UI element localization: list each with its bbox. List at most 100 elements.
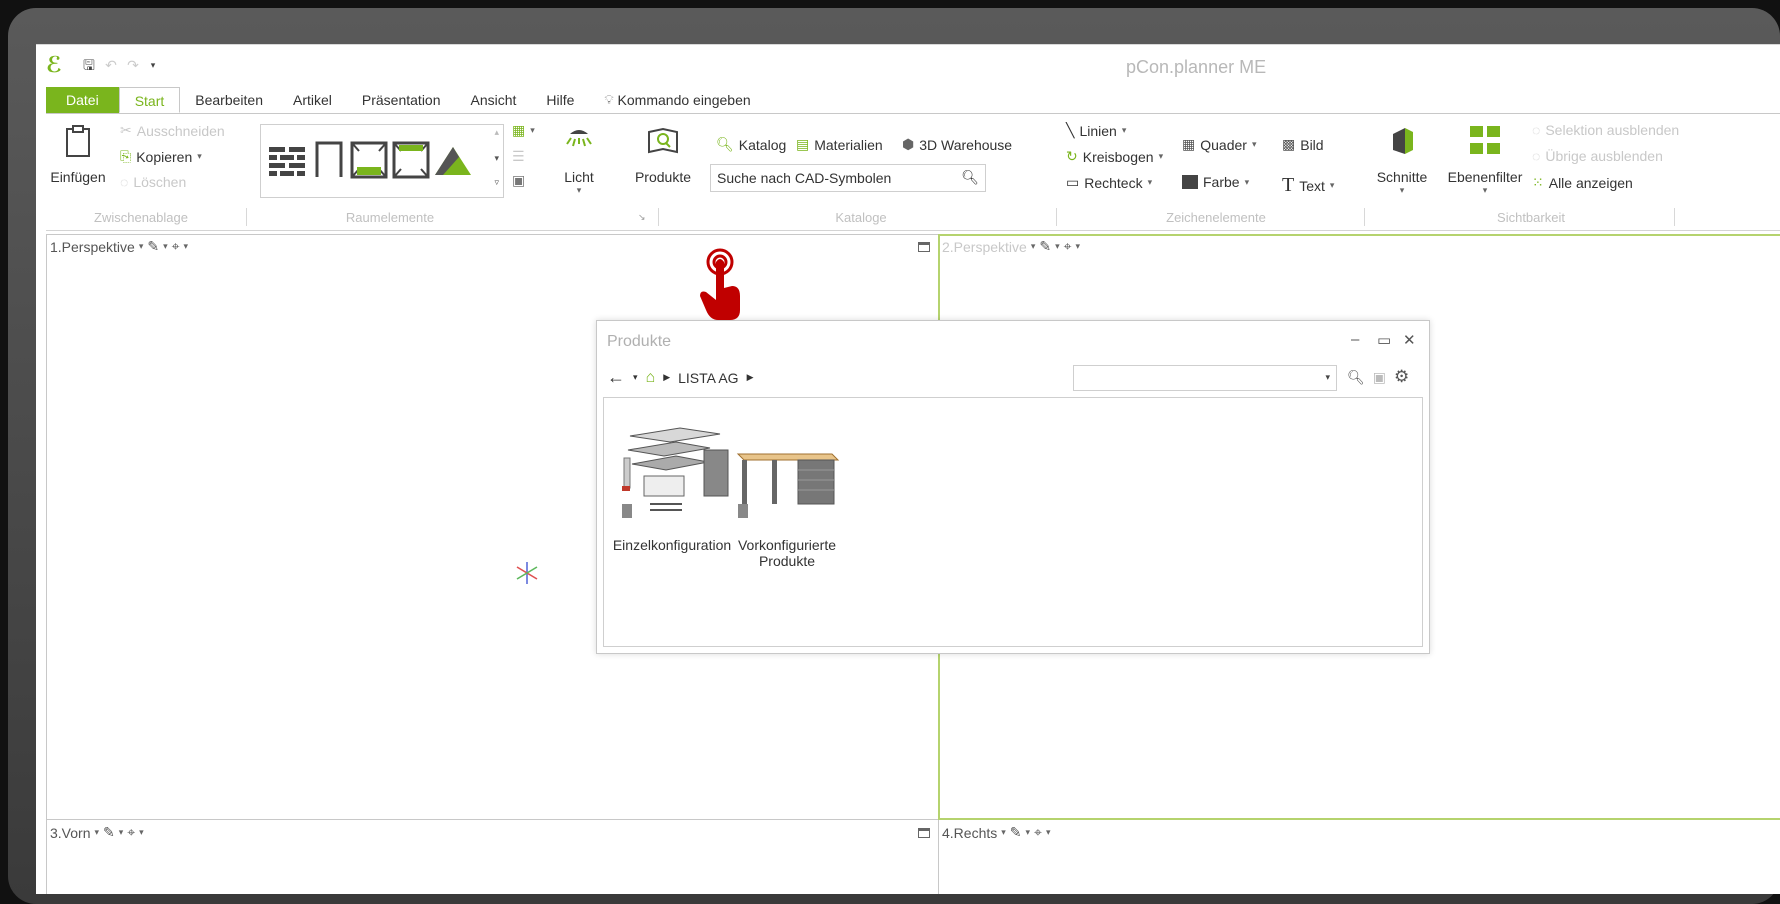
minimize-icon[interactable]: – (1351, 331, 1359, 348)
maximize-viewport-icon[interactable] (918, 242, 930, 252)
render-style-icon[interactable]: ✎ (1039, 238, 1051, 255)
hide-others-button[interactable]: ◌ Übrige ausblenden (1532, 148, 1663, 164)
group-label-clipboard: Zwischenablage (94, 210, 188, 225)
rectangle-button[interactable]: ▭ Rechteck ▾ (1066, 174, 1152, 191)
breadcrumb-separator-icon[interactable]: ▶ (747, 372, 754, 383)
gallery-expand-icon[interactable]: ▿ (494, 177, 499, 188)
sections-button[interactable]: Schnitte ▾ (1372, 124, 1432, 196)
chevron-down-icon[interactable]: ▾ (1325, 372, 1330, 383)
show-all-button[interactable]: ⁙ Alle anzeigen (1532, 174, 1633, 191)
cut-button[interactable]: ✂ Ausschneiden (120, 122, 225, 139)
undo-icon[interactable]: ↶ (102, 57, 120, 73)
product-tile-einzelkonfiguration[interactable]: Einzelkonfiguration (610, 414, 734, 553)
render-style-icon[interactable]: ✎ (103, 824, 115, 841)
viewport-4-menu[interactable]: 4.Rechts ▾ ✎ ▾ ⌖ ▾ (942, 824, 1050, 841)
color-button[interactable]: Farbe ▾ (1182, 174, 1249, 190)
light-button[interactable]: Licht ▾ (554, 124, 604, 196)
dialog-search-input[interactable]: ▾ (1073, 365, 1337, 391)
camera-target-icon[interactable]: ⌖ (1034, 824, 1042, 841)
search-icon[interactable]: 🔍︎ (961, 169, 979, 186)
box-button[interactable]: ▦ Quader ▾ (1182, 136, 1256, 153)
text-button[interactable]: T Text ▾ (1282, 174, 1334, 197)
materials-button[interactable]: ▤ Materialien (796, 136, 883, 153)
gallery-scroll-up-icon[interactable]: ▴ (494, 127, 499, 138)
lightbulb-icon: 💡︎ (604, 92, 614, 107)
breadcrumb-lista-ag[interactable]: LISTA AG (678, 370, 738, 386)
light-label: Licht (564, 169, 594, 185)
3d-warehouse-button[interactable]: ⬢ 3D Warehouse (902, 136, 1012, 153)
chevron-down-icon: ▾ (138, 241, 144, 251)
render-style-icon[interactable]: ✎ (147, 238, 159, 255)
chevron-down-icon: ▾ (1482, 185, 1488, 195)
tab-praesentation[interactable]: Präsentation (347, 87, 456, 113)
image-button[interactable]: ▩ Bild (1282, 136, 1324, 153)
dialog-title: Produkte (607, 333, 672, 350)
door-icon[interactable] (309, 139, 349, 181)
catalog-button[interactable]: 🔍︎ Katalog (716, 136, 786, 153)
command-input[interactable]: 💡︎ Kommando eingeben (589, 87, 765, 113)
app-window: ℰ 🖫 ↶ ↷ ▾ pCon.planner ME Datei Start Be… (36, 44, 1780, 894)
filter-icon[interactable]: ▣ (1373, 369, 1386, 386)
gear-icon[interactable]: ⚙ (1394, 367, 1409, 387)
tab-datei[interactable]: Datei (46, 87, 119, 113)
dialog-launcher-icon[interactable]: ↘ (638, 212, 646, 223)
box-icon: ▦ (1182, 136, 1196, 152)
paste-button[interactable]: Einfügen (48, 124, 108, 185)
close-icon[interactable]: ✕ (1403, 331, 1416, 349)
products-button[interactable]: Produkte (628, 124, 698, 185)
chevron-down-icon: ▾ (118, 827, 124, 837)
chevron-down-icon: ▾ (1244, 176, 1250, 187)
viewport-2-menu[interactable]: 2.Perspektive ▾ ✎ ▾ ⌖ ▾ (942, 238, 1080, 255)
home-icon[interactable]: ⌂ (646, 369, 656, 387)
arc-button[interactable]: ↻ Kreisbogen ▾ (1066, 148, 1163, 165)
chevron-down-icon: ▾ (163, 241, 168, 251)
floor-icon[interactable] (349, 139, 389, 181)
chevron-down-icon: ▾ (197, 151, 202, 161)
history-dropdown-icon[interactable]: ▾ (633, 372, 638, 383)
layer-filter-button[interactable]: Ebenenfilter ▾ (1442, 124, 1528, 196)
room-properties-button[interactable]: ▣ (512, 172, 525, 189)
clipboard-icon (66, 125, 90, 157)
hide-selection-button[interactable]: ◌ Selektion ausblenden (1532, 122, 1679, 138)
viewport-3-menu[interactable]: 3.Vorn ▾ ✎ ▾ ⌖ ▾ (50, 824, 144, 841)
search-icon[interactable]: 🔍︎ (1347, 369, 1365, 386)
roof-icon[interactable] (433, 139, 473, 181)
customize-toolbar-icon[interactable]: ▾ (144, 57, 162, 73)
copy-button[interactable]: ⎘ Kopieren ▾ (120, 148, 202, 165)
materials-label: Materialien (814, 136, 883, 153)
delete-button[interactable]: ◌ Löschen (120, 174, 186, 190)
copy-icon: ⎘ (120, 148, 132, 164)
image-label: Bild (1300, 136, 1324, 153)
active-viewport-border (938, 234, 1780, 236)
tab-bearbeiten[interactable]: Bearbeiten (180, 87, 278, 113)
camera-target-icon[interactable]: ⌖ (1064, 238, 1072, 255)
camera-target-icon[interactable]: ⌖ (127, 824, 135, 841)
tab-ansicht[interactable]: Ansicht (456, 87, 532, 113)
viewport-1-menu[interactable]: 1.Perspektive ▾ ✎ ▾ ⌖ ▾ (50, 238, 188, 255)
maximize-icon[interactable]: ▭ (1377, 331, 1391, 349)
tab-artikel[interactable]: Artikel (278, 87, 347, 113)
wall-icon[interactable] (267, 139, 307, 181)
ceiling-icon[interactable] (391, 139, 431, 181)
group-label-drawing: Zeichenelemente (1166, 210, 1266, 225)
sections-label: Schnitte (1376, 169, 1428, 185)
rectangle-icon: ▭ (1066, 174, 1080, 190)
room-plan-icon: ▦ (512, 122, 526, 138)
back-arrow-icon[interactable]: ← (607, 367, 625, 388)
camera-target-icon[interactable]: ⌖ (172, 238, 180, 255)
tab-hilfe[interactable]: Hilfe (531, 87, 589, 113)
group-separator (246, 208, 247, 226)
lines-button[interactable]: ╲ Linien ▾ (1066, 122, 1126, 139)
redo-icon[interactable]: ↷ (124, 57, 142, 73)
chevron-down-icon: ▾ (94, 827, 100, 837)
align-button[interactable]: ☰ (512, 148, 525, 165)
maximize-viewport-icon[interactable] (918, 828, 930, 838)
render-style-icon[interactable]: ✎ (1010, 824, 1022, 841)
product-tile-vorkonfigurierte-produkte[interactable]: Vorkonfigurierte Produkte (732, 414, 842, 569)
tab-start[interactable]: Start (118, 87, 181, 113)
room-plan-button[interactable]: ▦ ▾ (512, 122, 535, 139)
gallery-scroll-down-icon[interactable]: ▾ (494, 153, 499, 164)
cad-symbol-search-input[interactable]: Suche nach CAD-Symbolen 🔍︎ (710, 164, 986, 192)
save-icon[interactable]: 🖫 (80, 57, 98, 73)
pcon-logo-icon[interactable]: ℰ (46, 54, 66, 76)
